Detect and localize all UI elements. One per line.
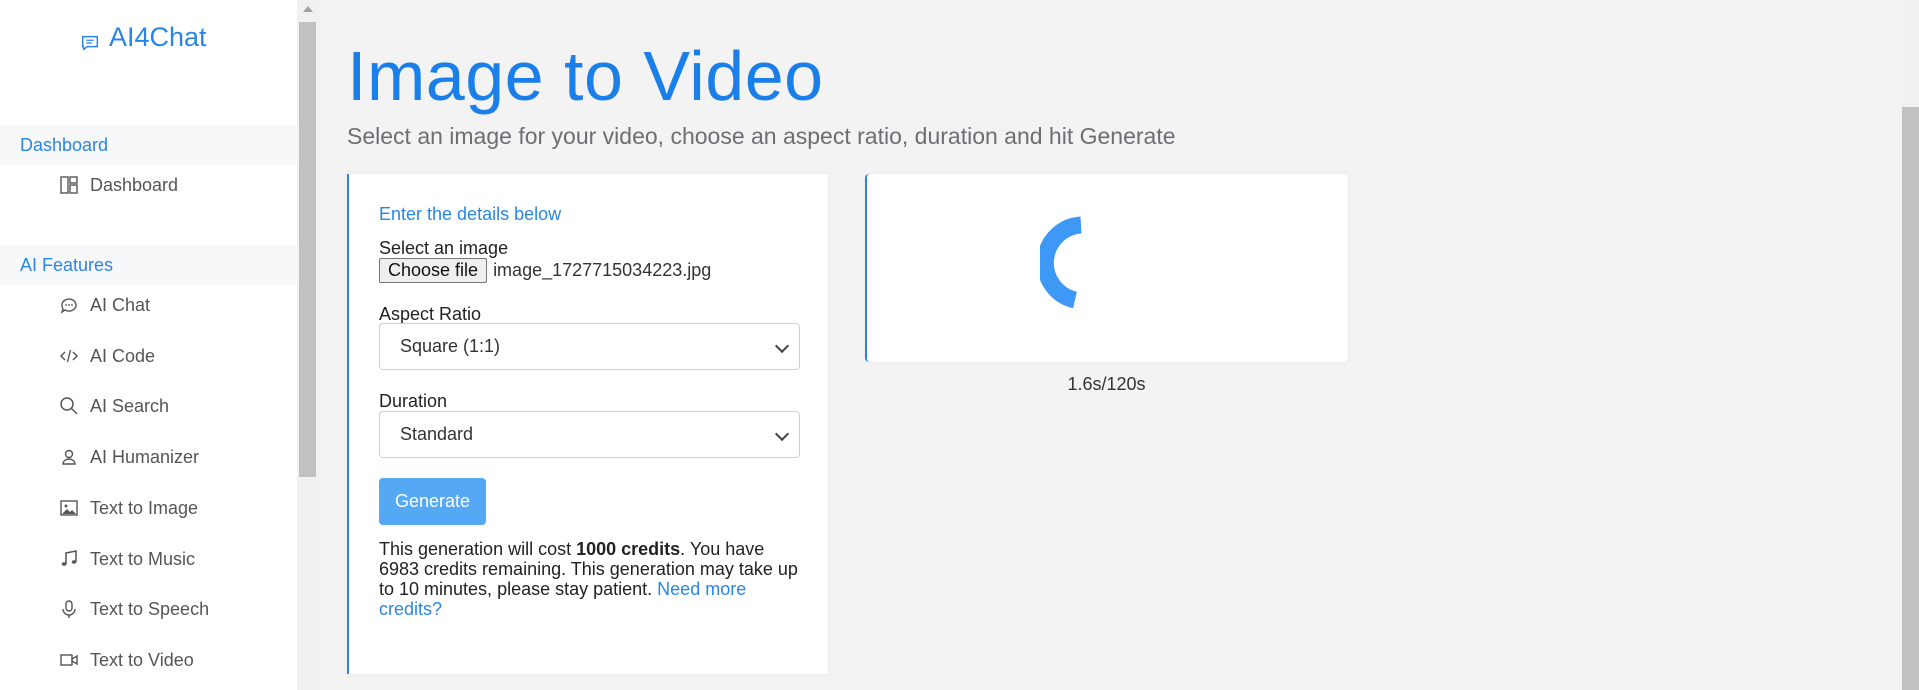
- search-icon: [58, 395, 80, 417]
- sidebar-item-ai-humanizer[interactable]: AI Humanizer: [58, 446, 199, 468]
- video-icon: [58, 649, 80, 671]
- aspect-ratio-select[interactable]: Square (1:1): [379, 323, 800, 370]
- sidebar-item-text-to-music[interactable]: Text to Music: [58, 548, 195, 570]
- sidebar-section-dashboard: Dashboard: [0, 125, 297, 165]
- page-scrollbar[interactable]: [1902, 0, 1919, 690]
- sidebar-scrollbar-thumb[interactable]: [299, 22, 316, 477]
- chevron-down-icon: [774, 426, 790, 442]
- page-subtitle: Select an image for your video, choose a…: [347, 123, 1176, 149]
- sidebar-item-text-to-speech[interactable]: Text to Speech: [58, 598, 209, 620]
- choose-file-button[interactable]: Choose file: [379, 258, 488, 283]
- brand-logo[interactable]: AI4Chat: [79, 22, 207, 53]
- file-input[interactable]: Choose file image_1727715034223.jpg: [379, 258, 711, 283]
- sidebar-item-label: Text to Image: [90, 497, 199, 518]
- sidebar-item-dashboard[interactable]: Dashboard: [58, 174, 178, 196]
- chat-icon: [58, 294, 80, 316]
- sidebar-item-label: AI Chat: [90, 294, 151, 315]
- sidebar-item-label: AI Code: [90, 345, 156, 366]
- credits-info: This generation will cost 1000 credits. …: [379, 539, 804, 619]
- sidebar: AI4Chat Dashboard Dashboard AI Features …: [0, 0, 297, 690]
- duration-label: Duration: [379, 391, 448, 411]
- chat-bubble-icon: [79, 30, 101, 52]
- music-icon: [58, 548, 80, 570]
- info-cost: 1000 credits: [576, 539, 681, 559]
- code-icon: [58, 345, 80, 367]
- sidebar-item-label: Text to Speech: [90, 598, 210, 619]
- page-scrollbar-thumb[interactable]: [1902, 107, 1919, 690]
- main-content: Image to Video Select an image for your …: [318, 0, 1899, 690]
- loading-spinner-icon: [1040, 216, 1082, 309]
- image-icon: [58, 497, 80, 519]
- user-icon: [58, 446, 80, 468]
- chevron-down-icon: [774, 338, 790, 354]
- sidebar-item-label: AI Search: [90, 395, 170, 416]
- duration-select[interactable]: Standard: [379, 411, 800, 458]
- generate-button[interactable]: Generate: [379, 478, 487, 525]
- sidebar-item-ai-chat[interactable]: AI Chat: [58, 294, 150, 316]
- file-name: image_1727715034223.jpg: [493, 260, 712, 280]
- duration-value: Standard: [400, 424, 474, 444]
- sidebar-section-ai-features: AI Features: [0, 245, 297, 285]
- sidebar-item-text-to-image[interactable]: Text to Image: [58, 497, 198, 519]
- dashboard-icon: [58, 174, 80, 196]
- sidebar-item-ai-search[interactable]: AI Search: [58, 395, 169, 417]
- aspect-ratio-value: Square (1:1): [400, 336, 501, 356]
- info-prefix: This generation will cost: [379, 539, 577, 559]
- sidebar-item-label: Dashboard: [90, 174, 179, 195]
- sidebar-item-label: AI Humanizer: [90, 446, 200, 467]
- sidebar-item-text-to-video[interactable]: Text to Video: [58, 649, 194, 671]
- sidebar-scrollbar[interactable]: [297, 0, 318, 690]
- generation-form-card: Enter the details below Select an image …: [347, 174, 828, 674]
- aspect-ratio-label: Aspect Ratio: [379, 304, 482, 324]
- generation-timer: 1.6s/120s: [1067, 374, 1146, 394]
- image-label: Select an image: [379, 238, 509, 258]
- brand-name: AI4Chat: [109, 22, 207, 52]
- sidebar-item-label: Text to Video: [90, 649, 194, 670]
- microphone-icon: [58, 598, 80, 620]
- sidebar-item-label: Text to Music: [90, 548, 196, 569]
- sidebar-item-ai-code[interactable]: AI Code: [58, 345, 155, 367]
- page-title: Image to Video: [347, 37, 824, 115]
- scroll-up-arrow-icon[interactable]: [303, 6, 313, 12]
- form-intro: Enter the details below: [379, 204, 562, 224]
- video-preview-card: [865, 174, 1348, 362]
